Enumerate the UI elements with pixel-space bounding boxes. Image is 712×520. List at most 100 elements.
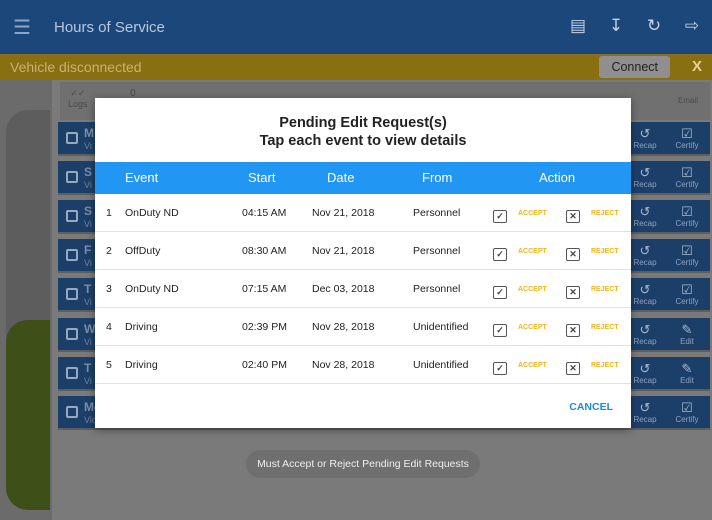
request-number: 1 [106, 207, 112, 219]
row-checkbox[interactable] [66, 288, 78, 300]
request-start: 08:30 AM [242, 245, 287, 257]
request-date: Nov 28, 2018 [312, 321, 375, 333]
email-tab[interactable]: Email [678, 96, 698, 105]
row-day: T [84, 361, 92, 375]
connect-button[interactable]: Connect [599, 56, 670, 78]
history-icon: ↺ [639, 361, 651, 376]
recap-label: Recap [633, 180, 657, 189]
recap-label: Recap [633, 297, 657, 306]
recap-label: Recap [633, 258, 657, 267]
request-start: 02:40 PM [242, 359, 287, 371]
recap-button[interactable]: ↺ Recap [628, 243, 662, 267]
reject-label: REJECT [591, 286, 619, 293]
row-checkbox[interactable] [66, 132, 78, 144]
row-violation: Vi [84, 297, 92, 307]
dialog-title: Pending Edit Request(s) Tap each event t… [95, 98, 631, 162]
recap-button[interactable]: ↺ Recap [628, 322, 662, 346]
refresh-icon[interactable]: ↻ [642, 14, 666, 38]
accept-label: ACCEPT [518, 362, 547, 369]
history-icon: ↺ [639, 204, 651, 219]
row-action-button[interactable]: ☑ Certify [670, 400, 704, 424]
row-checkbox[interactable] [66, 367, 78, 379]
row-action-label: Certify [675, 297, 699, 306]
history-icon: ↺ [639, 282, 651, 297]
pending-edit-dialog: Pending Edit Request(s) Tap each event t… [95, 98, 631, 428]
row-action-button[interactable]: ☑ Certify [670, 243, 704, 267]
check-icon: ✓✓ [70, 88, 86, 98]
certify-icon: ☑ [681, 126, 693, 141]
app-bar-actions: ▤ ↧ ↻ ⇨ [566, 14, 704, 38]
accept-icon: ✓ [493, 210, 507, 223]
accept-icon: ✓ [493, 286, 507, 299]
request-from: Unidentified [413, 359, 469, 371]
request-row[interactable]: 5 Driving 02:40 PM Nov 28, 2018 Unidentified… [95, 346, 631, 384]
certify-icon: ☑ [681, 204, 693, 219]
request-from: Personnel [413, 283, 461, 295]
request-from: Personnel [413, 245, 461, 257]
request-row[interactable]: 3 OnDuty ND 07:15 AM Dec 03, 2018 Personnel ✓… [95, 270, 631, 308]
logout-icon[interactable]: ⇨ [680, 14, 704, 38]
messages-icon[interactable]: ▤ [566, 14, 590, 38]
recap-button[interactable]: ↺ Recap [628, 361, 662, 385]
request-event: Driving [125, 321, 158, 333]
row-checkbox[interactable] [66, 249, 78, 261]
reject-label: REJECT [591, 324, 619, 331]
logs-tab-label: Logs [68, 99, 88, 109]
request-from: Personnel [413, 207, 461, 219]
menu-icon[interactable]: ☰ [0, 15, 44, 40]
recap-label: Recap [633, 415, 657, 424]
row-day: S [84, 204, 93, 218]
banner-close-button[interactable]: X [692, 56, 702, 78]
vehicle-status-message: Vehicle disconnected [10, 59, 142, 75]
history-icon: ↺ [639, 243, 651, 258]
row-checkbox[interactable] [66, 406, 78, 418]
row-checkbox[interactable] [66, 171, 78, 183]
side-panel [0, 80, 52, 520]
request-number: 4 [106, 321, 112, 333]
row-action-label: Certify [675, 415, 699, 424]
row-day: F [84, 243, 92, 257]
history-icon: ↺ [639, 400, 651, 415]
recap-button[interactable]: ↺ Recap [628, 165, 662, 189]
row-action-button[interactable]: ☑ Certify [670, 204, 704, 228]
recap-label: Recap [633, 376, 657, 385]
recap-button[interactable]: ↺ Recap [628, 282, 662, 306]
row-checkbox[interactable] [66, 210, 78, 222]
row-action-button[interactable]: ☑ Certify [670, 126, 704, 150]
row-day: M [84, 126, 94, 140]
recap-button[interactable]: ↺ Recap [628, 204, 662, 228]
request-row[interactable]: 2 OffDuty 08:30 AM Nov 21, 2018 Personnel ✓ AC… [95, 232, 631, 270]
row-action-button[interactable]: ☑ Certify [670, 282, 704, 306]
request-date: Nov 28, 2018 [312, 359, 375, 371]
reject-icon: ✕ [566, 286, 580, 299]
history-icon: ↺ [639, 126, 651, 141]
column-start: Start [248, 170, 276, 185]
column-event: Event [125, 170, 159, 185]
row-violation: Vi [84, 180, 92, 190]
reject-icon: ✕ [566, 248, 580, 261]
row-checkbox[interactable] [66, 328, 78, 340]
recap-button[interactable]: ↺ Recap [628, 400, 662, 424]
history-icon: ↺ [639, 165, 651, 180]
request-row[interactable]: 4 Driving 02:39 PM Nov 28, 2018 Unidentified… [95, 308, 631, 346]
edit-icon: ✎ [681, 322, 693, 337]
download-icon[interactable]: ↧ [604, 14, 628, 38]
logs-tab[interactable]: ✓✓ Logs [68, 88, 88, 109]
certify-icon: ☑ [681, 243, 693, 258]
row-action-button[interactable]: ✎ Edit [670, 322, 704, 346]
recap-button[interactable]: ↺ Recap [628, 126, 662, 150]
app-bar: ☰ Hours of Service ▤ ↧ ↻ ⇨ [0, 0, 712, 54]
row-violation: Vi [84, 258, 92, 268]
cancel-button[interactable]: CANCEL [569, 401, 613, 413]
app-title: Hours of Service [54, 18, 165, 36]
row-action-button[interactable]: ☑ Certify [670, 165, 704, 189]
row-action-button[interactable]: ✎ Edit [670, 361, 704, 385]
request-event: OnDuty ND [125, 283, 179, 295]
accept-icon: ✓ [493, 362, 507, 375]
accept-label: ACCEPT [518, 248, 547, 255]
row-day: S [84, 165, 93, 179]
request-row[interactable]: 1 OnDuty ND 04:15 AM Nov 21, 2018 Personnel ✓… [95, 194, 631, 232]
row-violation: Vi [84, 376, 92, 386]
certify-icon: ☑ [681, 400, 693, 415]
accept-label: ACCEPT [518, 324, 547, 331]
